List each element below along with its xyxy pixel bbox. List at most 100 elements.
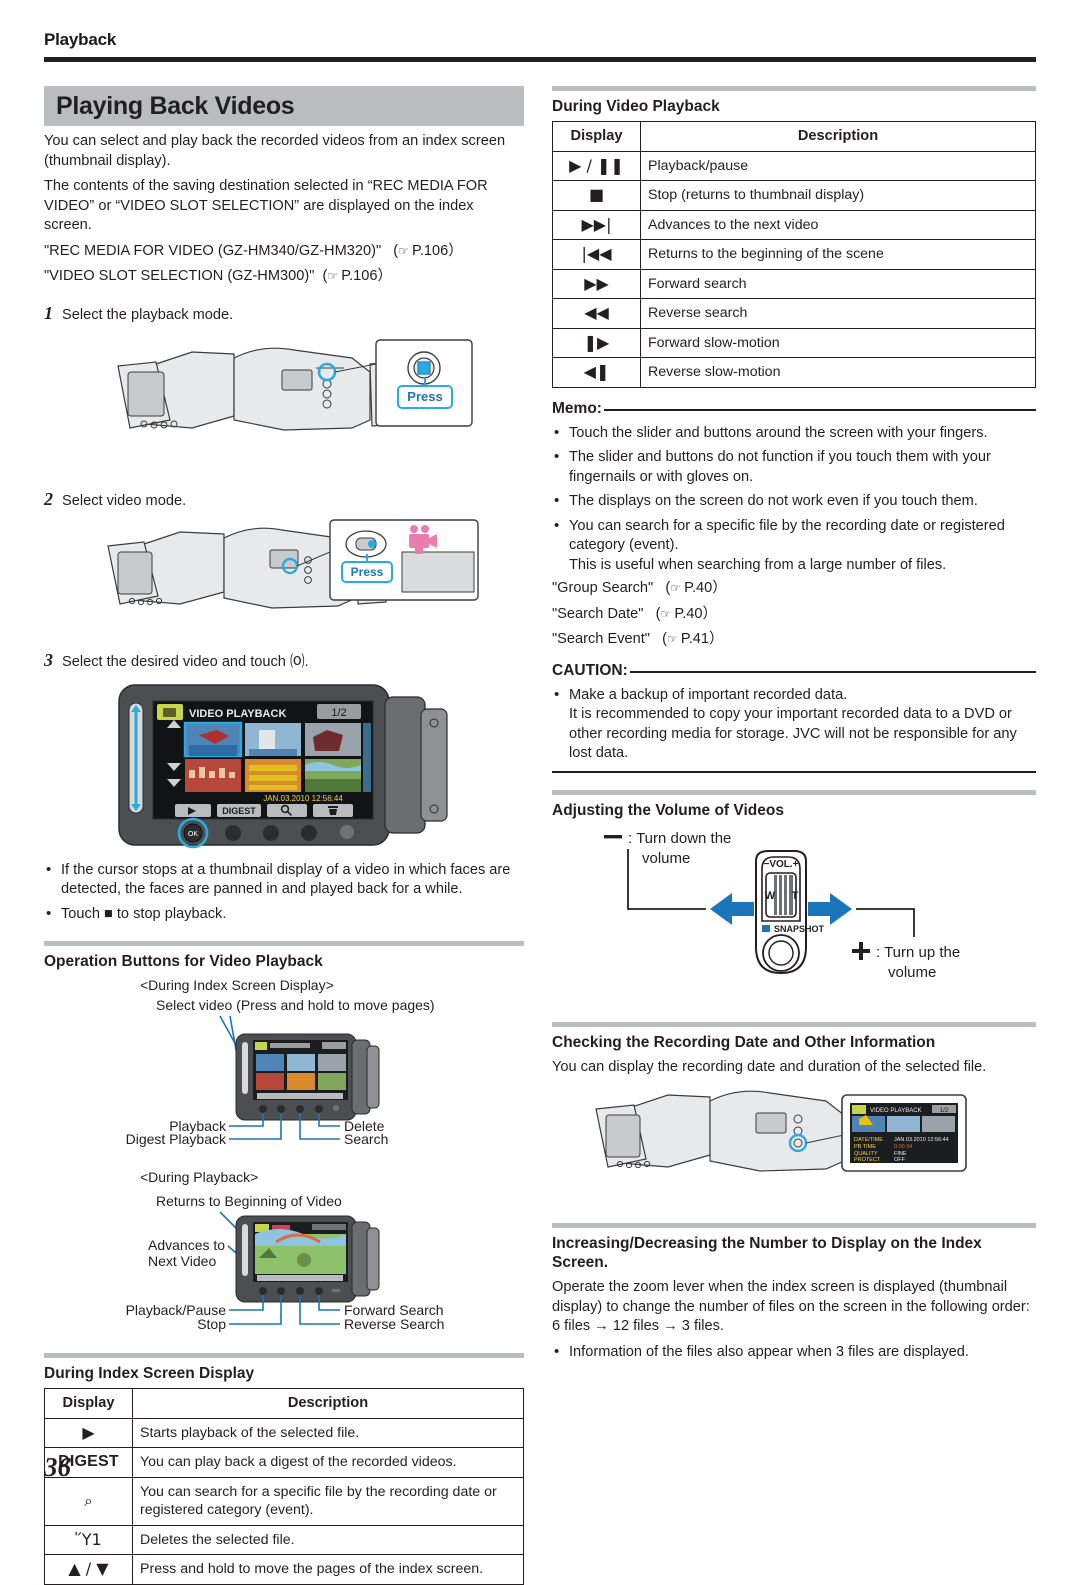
pointing-hand-icon: ☞ — [327, 269, 338, 283]
recdate-heading: Checking the Recording Date and Other In… — [552, 1033, 936, 1051]
table-row: ▶▶ Forward search — [552, 268, 1036, 299]
scrollbar[interactable] — [363, 722, 371, 792]
reference-page-2: P.106 — [341, 268, 378, 284]
step-2-text: Select video mode. — [62, 492, 187, 509]
reference-page-1: P.106 — [412, 242, 449, 259]
camcorder-playback-button-illustration: Press — [117, 338, 473, 431]
caution-callout: CAUTION: Make a backup of important reco… — [552, 662, 1036, 773]
memo-rule — [603, 408, 1036, 411]
camcorder-playback — [235, 1215, 380, 1303]
memo-label: Memo: — [552, 399, 602, 417]
step-2-number: 2 — [44, 488, 53, 509]
row-description: Starts playback of the selected file. — [132, 1417, 524, 1448]
pointing-hand-icon: ☞ — [660, 606, 672, 621]
operation-buttons-heading: Operation Buttons for Video Playback — [44, 953, 323, 970]
memo-header: Memo: — [552, 400, 1036, 418]
row-description: Stop (returns to thumbnail display) — [640, 180, 1036, 211]
previous-track-icon: |◀◀ — [552, 239, 641, 270]
section-rule — [552, 1021, 1036, 1027]
plus-volume-label-2: volume — [888, 964, 936, 981]
page-number: 36 — [44, 1452, 71, 1482]
index-number-text: Operate the zoom lever when the index sc… — [552, 1279, 1030, 1334]
reference-text-1: "REC MEDIA FOR VIDEO (GZ-HM340/GZ-HM320)… — [44, 242, 382, 259]
step-notes: If the cursor stops at a thumbnail displ… — [44, 860, 524, 925]
mode-screen — [401, 551, 475, 592]
reference-line-1: "REC MEDIA FOR VIDEO (GZ-HM340/GZ-HM320)… — [44, 242, 463, 259]
step-3-number: 3 — [44, 649, 53, 670]
section-rule — [44, 1353, 524, 1358]
page-indicator-label: 1/2 — [331, 707, 346, 719]
note-2: Touch ■ to stop playback. — [44, 904, 524, 925]
caution-item: Make a backup of important recorded data… — [552, 685, 1036, 764]
press-label: Press — [351, 565, 384, 579]
info-page-indicator: 1/2 — [940, 1108, 949, 1114]
table-row: ❚▶ Forward slow-motion — [552, 327, 1036, 358]
hardware-button-4[interactable] — [301, 824, 317, 841]
page-title-band: Playing Back Videos — [44, 86, 524, 126]
caution-header: CAUTION: — [552, 662, 1036, 680]
press-label: Press — [407, 389, 442, 404]
table-row: ▲ / ▼ Press and hold to move the pages o… — [44, 1554, 524, 1585]
info-field-value-4: OFF — [894, 1157, 906, 1163]
minus-volume-label-2: volume — [642, 850, 690, 867]
section-rule — [552, 86, 1036, 91]
right-column: During Video Playback Display Descriptio… — [552, 72, 1036, 1362]
step-1-number: 1 — [44, 302, 53, 323]
index-number-notes: Information of the files also appear whe… — [552, 1342, 1036, 1363]
index-number-section: Increasing/Decreasing the Number to Disp… — [552, 1223, 1036, 1272]
caution-bottom-rule — [552, 770, 1036, 773]
next-track-icon: ▶▶| — [552, 209, 641, 240]
table-row: ▶ / ❚❚ Playback/pause — [552, 150, 1036, 181]
index-screen-display-table: Display Description ▶ Starts playback of… — [44, 1388, 524, 1585]
memo-reference-3: "Search Event" (☞ P.41） — [552, 631, 724, 647]
vol-label: −VOL.+ — [763, 859, 798, 870]
table-row: ▶ Starts playback of the selected file. — [44, 1417, 524, 1448]
table-row: ◀❚ Reverse slow-motion — [552, 357, 1036, 388]
step-1-text: Select the playback mode. — [62, 306, 234, 323]
play-pause-icon: ▶ / ❚❚ — [552, 150, 641, 181]
info-field-value-2: 0:00:34 — [894, 1144, 912, 1150]
label-reverse-search: Reverse Search — [344, 1316, 444, 1332]
info-field-label-4: PROTECT — [854, 1157, 881, 1163]
label-search: Search — [344, 1131, 388, 1147]
memo-item: Touch the slider and buttons around the … — [552, 423, 1036, 444]
section-rule — [552, 1223, 1036, 1228]
label-stop: Stop — [197, 1316, 226, 1332]
memo-reference-2: "Search Date" (☞ P.40） — [552, 605, 718, 622]
volume-heading: Adjusting the Volume of Videos — [552, 801, 784, 819]
pointing-hand-icon: ☞ — [670, 581, 681, 595]
plus-sign-icon — [852, 941, 870, 960]
power-button[interactable] — [340, 824, 354, 839]
column-display: Display — [44, 1388, 133, 1419]
rewind-icon: ◀◀ — [552, 298, 641, 329]
minus-volume-label-1: : Turn down the — [628, 830, 731, 847]
memo-callout: Memo: Touch the slider and buttons aroun… — [552, 400, 1036, 650]
camcorder-hinge — [384, 695, 426, 834]
video-playback-table-section: During Video Playback — [552, 86, 1036, 116]
intro-paragraph-1: You can select and play back the recorde… — [44, 133, 506, 169]
step-3-text: Select the desired video and touch ⒪. — [62, 653, 309, 670]
table-header-row: Display Description — [552, 121, 1036, 152]
row-description: Advances to the next video — [640, 209, 1036, 240]
table-row: ■ Stop (returns to thumbnail display) — [552, 180, 1036, 211]
snapshot-icon — [762, 924, 770, 932]
hardware-button-3[interactable] — [263, 824, 279, 841]
row-description: Forward slow-motion — [640, 327, 1036, 358]
reference-text-2: "VIDEO SLOT SELECTION (GZ-HM300)" — [44, 268, 315, 284]
row-description: Reverse search — [640, 298, 1036, 329]
info-field-label-2: PB TIME — [854, 1144, 876, 1150]
camcorder-video-mode-illustration: Press — [107, 518, 479, 609]
minus-sign-icon — [604, 834, 622, 838]
row-description: Press and hold to move the pages of the … — [132, 1554, 524, 1585]
table-row: ▶▶| Advances to the next video — [552, 209, 1036, 240]
running-head-rule — [44, 57, 1036, 62]
digest-softkey-label[interactable]: DIGEST — [222, 806, 256, 816]
hardware-button-2[interactable] — [225, 824, 241, 841]
label-advances-next-1: Advances to — [148, 1237, 225, 1253]
playback-table-heading: During Video Playback — [552, 98, 720, 115]
plus-leader-line — [856, 907, 915, 937]
memo-item: The slider and buttons do not function i… — [552, 447, 1036, 487]
screen-timestamp: JAN.03.2010 12:56:44 — [263, 794, 343, 803]
operation-buttons-section: Operation Buttons for Video Playback — [44, 941, 524, 971]
plus-volume-label-1: : Turn up the — [876, 944, 960, 961]
